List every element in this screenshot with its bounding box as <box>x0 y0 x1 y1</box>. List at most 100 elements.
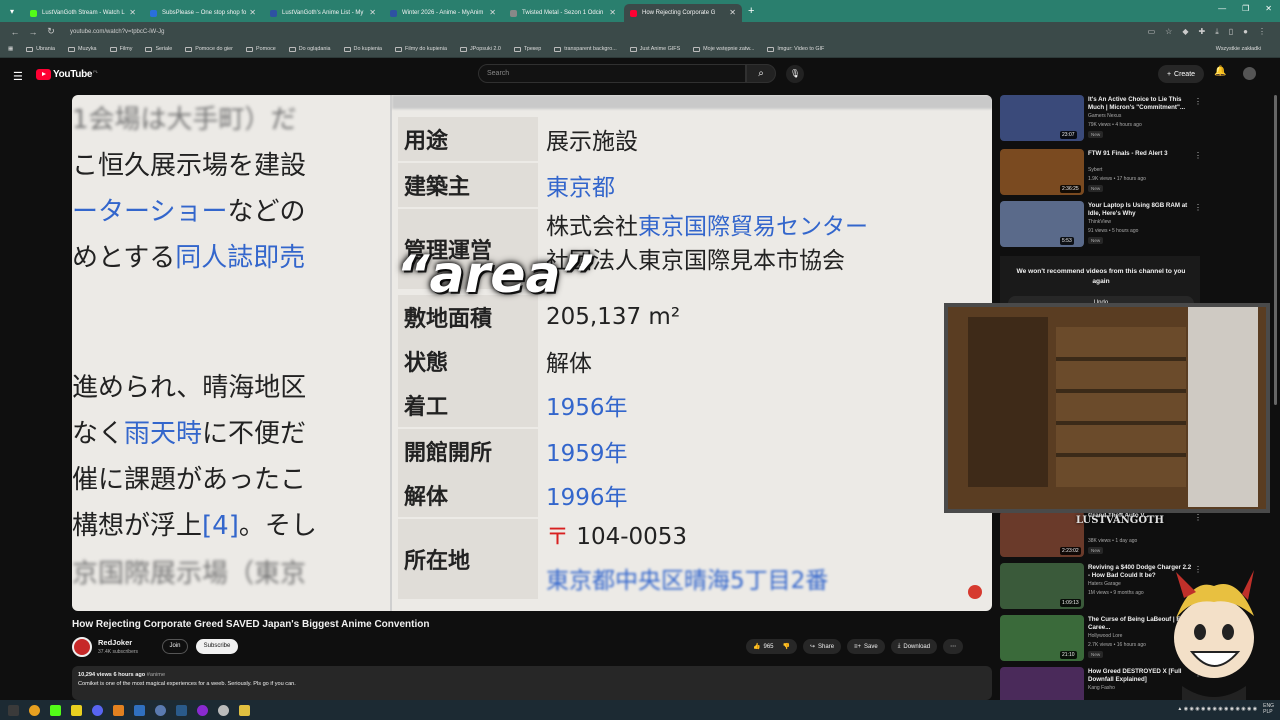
notifications-bell-icon[interactable]: 🔔 <box>1214 66 1226 77</box>
share-button[interactable]: ↪ Share <box>802 639 842 654</box>
bookmark-item[interactable]: Pomoce do gier <box>185 46 233 52</box>
browser-tab[interactable]: How Rejecting Corporate G ✕ <box>624 4 742 22</box>
browser-tab[interactable]: Winter 2026 - Anime - MyAnim ✕ <box>384 4 502 22</box>
more-actions-button[interactable]: ⋯ <box>943 639 964 654</box>
all-bookmarks[interactable]: Wszystkie zakładki <box>1216 46 1261 52</box>
more-vert-icon[interactable]: ⋮ <box>1194 151 1202 160</box>
tray-icons[interactable]: ▲ ◉ ◉ ◉ ◉ ◉ ◉ ◉ ◉ ◉ ◉ ◉ ◉ ◉ <box>1177 706 1257 712</box>
infobox-value[interactable]: 1959年 <box>546 434 986 468</box>
tab-search-icon[interactable]: ▾ <box>4 3 20 19</box>
extensions-puzzle-icon[interactable]: ✚ <box>1199 27 1206 37</box>
tab-close-icon[interactable]: ✕ <box>249 8 256 17</box>
search-input[interactable]: Search <box>478 64 746 83</box>
bookmark-item[interactable]: Seriale <box>145 46 172 52</box>
download-button[interactable]: ⤓ Download <box>890 639 938 654</box>
recommendation-channel[interactable]: ThinkView <box>1088 219 1111 225</box>
tab-close-icon[interactable]: ✕ <box>489 8 496 17</box>
obs-icon[interactable] <box>218 704 229 716</box>
tab-close-icon[interactable]: ✕ <box>609 8 616 17</box>
account-avatar[interactable] <box>1243 67 1256 80</box>
infobox-link[interactable]: 東京国際貿易センター <box>638 214 868 240</box>
recommendation-channel[interactable]: Sybert <box>1088 167 1102 173</box>
language-indicator[interactable]: ENG PLP <box>1263 703 1274 715</box>
close-window-icon[interactable]: ✕ <box>1265 4 1272 13</box>
bookmark-item[interactable]: Just Anime GIFS <box>629 46 680 52</box>
article-link[interactable]: [4] <box>202 511 239 541</box>
bookmark-item[interactable]: Filmy do kupienia <box>395 46 447 52</box>
app-icon-3[interactable] <box>134 704 145 716</box>
url-field[interactable]: youtube.com/watch?v=tpbcC-iW-Jg <box>70 29 1148 35</box>
channel-avatar[interactable] <box>72 637 92 657</box>
article-link[interactable]: 雨天時 <box>124 419 202 449</box>
app-icon-1[interactable] <box>50 704 61 716</box>
reload-icon[interactable]: ↻ <box>42 26 60 37</box>
app-icon-2[interactable] <box>71 704 82 716</box>
app-icon-5[interactable] <box>197 704 208 716</box>
discord-icon[interactable] <box>92 704 103 716</box>
bookmark-item[interactable]: Pomoce <box>245 46 276 52</box>
browser-tab[interactable]: LustVanGoth Stream - Watch L ✕ <box>24 4 142 22</box>
sidebar-scrollbar[interactable] <box>1274 95 1277 405</box>
infobox-value[interactable]: 1956年 <box>546 388 986 422</box>
bookmark-item[interactable]: Do kupienia <box>343 46 382 52</box>
folder-icon[interactable] <box>239 704 250 716</box>
app-icon-4[interactable] <box>155 704 166 716</box>
browser-tab[interactable]: Twisted Metal - Sezon 1 Odcin ✕ <box>504 4 622 22</box>
more-vert-icon[interactable]: ⋮ <box>1194 97 1202 106</box>
channel-name[interactable]: RedJoker <box>98 638 132 647</box>
save-button[interactable]: ≡+ Save <box>847 639 885 654</box>
bookmark-star-icon[interactable]: ☆ <box>1165 27 1172 37</box>
extension-icon[interactable]: ◆ <box>1182 27 1188 37</box>
apps-icon[interactable]: ▦ <box>8 46 13 52</box>
youtube-logo[interactable]: YouTube PL <box>36 69 98 80</box>
browser-tab[interactable]: LustVanGoth's Anime List - My ✕ <box>264 4 382 22</box>
address-link[interactable]: 東京都中央区晴海5丁目2番 <box>546 561 986 595</box>
description-box[interactable]: 10,294 views 6 hours ago #anime Comiket … <box>72 666 992 700</box>
bookmark-item[interactable]: Muzyka <box>67 46 97 52</box>
bookmark-item[interactable]: Ubrania <box>26 46 55 52</box>
bookmark-item[interactable]: Do oglądania <box>288 46 331 52</box>
cast-icon[interactable]: ▭ <box>1148 27 1156 37</box>
sidepanel-icon[interactable]: ▯ <box>1229 27 1233 37</box>
more-vert-icon[interactable]: ⋮ <box>1194 513 1202 522</box>
search-button[interactable]: ⌕ <box>746 64 776 83</box>
minimize-icon[interactable]: — <box>1218 4 1226 13</box>
steam-icon[interactable] <box>176 704 187 716</box>
recommendation-title[interactable]: It's An Active Choice to Lie This Much |… <box>1088 96 1193 112</box>
recommendation-title[interactable]: Your Laptop Is Using 8GB RAM at Idle, He… <box>1088 202 1193 218</box>
download-icon[interactable]: ⤓ <box>1215 27 1219 37</box>
recommendation-channel[interactable]: Kang Fasho <box>1088 685 1115 691</box>
tab-close-icon[interactable]: ✕ <box>129 8 136 17</box>
chrome-icon[interactable] <box>29 704 40 716</box>
tab-close-icon[interactable]: ✕ <box>369 8 376 17</box>
tab-close-icon[interactable]: ✕ <box>729 8 736 17</box>
browser-tab[interactable]: SubsPlease – One stop shop fo ✕ <box>144 4 262 22</box>
bookmark-item[interactable]: transparent backgro... <box>554 46 617 52</box>
bookmark-item[interactable]: Imgur: Video to GIF <box>767 46 824 52</box>
hashtag[interactable]: #anime <box>147 672 165 678</box>
recommendation-channel[interactable]: Hollywood Lore <box>1088 633 1122 639</box>
infobox-value[interactable]: 東京都 <box>546 168 986 202</box>
create-button[interactable]: + Create <box>1158 65 1204 83</box>
recommendation-channel[interactable]: Haters Garage <box>1088 581 1121 587</box>
join-button[interactable]: Join <box>162 639 188 654</box>
menu-hamburger-icon[interactable]: ☰ <box>13 70 23 83</box>
subscribe-button[interactable]: Subscribe <box>196 639 238 654</box>
article-link[interactable]: ーターショー <box>72 197 227 227</box>
new-tab-icon[interactable]: + <box>748 5 754 17</box>
infobox-value[interactable]: 1996年 <box>546 478 986 512</box>
bookmark-item[interactable]: Moje wstępnie zatw... <box>693 46 754 52</box>
video-player[interactable]: 1会場は大手町）だ こ恒久展示場を建設 ーターショーなどの めとする同人誌即売 進められ… <box>72 95 992 611</box>
voice-search-icon[interactable]: 🎙 <box>786 65 804 83</box>
recommendation-item[interactable]: 2:36:25 FTW 91 Finals - Red Alert 3 Sybert… <box>1000 149 1202 199</box>
recommendation-item[interactable]: 5:53 Your Laptop Is Using 8GB RAM at Idle… <box>1000 201 1202 251</box>
start-icon[interactable] <box>8 704 19 716</box>
thumbs-down-icon[interactable]: 👎 <box>783 643 790 650</box>
browser-menu-icon[interactable]: ⋮ <box>1258 27 1266 37</box>
more-vert-icon[interactable]: ⋮ <box>1194 203 1202 212</box>
recommendation-item[interactable]: 23:07 It's An Active Choice to Lie This M… <box>1000 95 1202 145</box>
bookmark-item[interactable]: JPopsuki 2.0 <box>459 46 501 52</box>
vlc-icon[interactable] <box>113 704 124 716</box>
like-button[interactable]: 👍 965 👎 <box>746 639 797 654</box>
recommendation-channel[interactable]: Gamers Nexus <box>1088 113 1121 119</box>
